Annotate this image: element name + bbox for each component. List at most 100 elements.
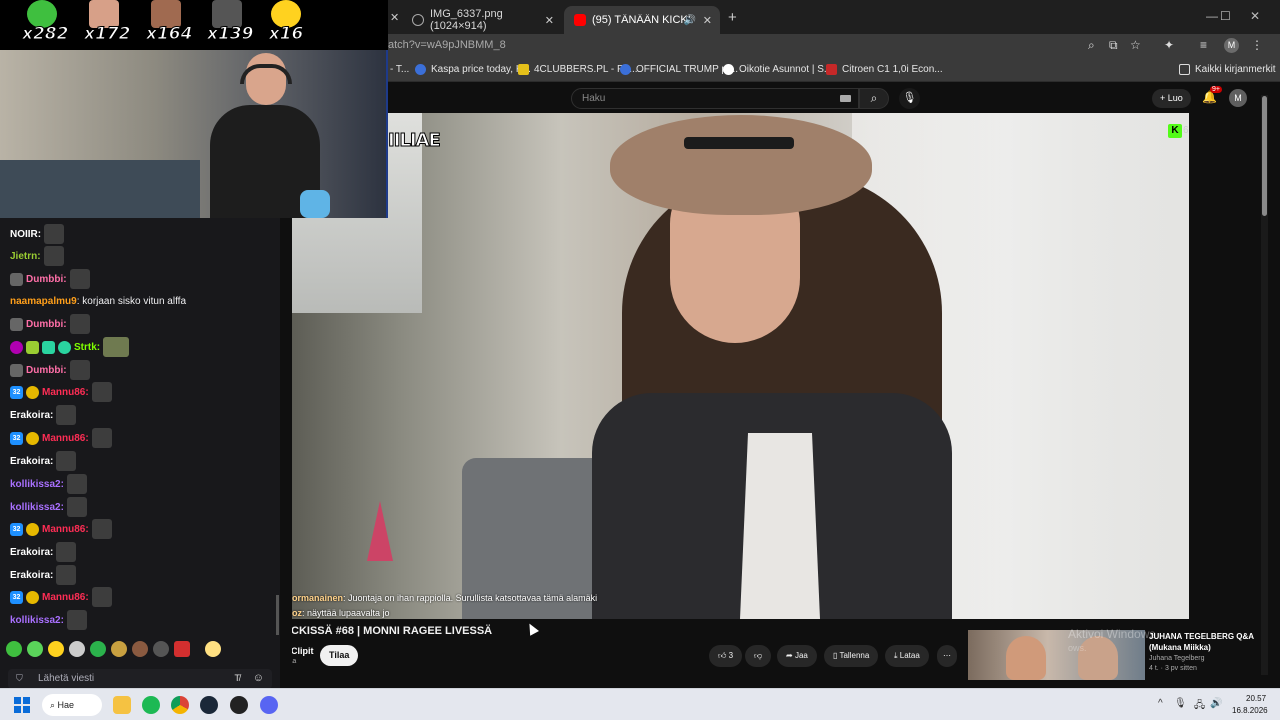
steam-icon[interactable]	[200, 696, 218, 714]
all-bookmarks[interactable]: Kaikki kirjanmerkit	[1179, 64, 1276, 75]
address-bar[interactable]: atch?v=wA9pJNBMM_8 ⌕ ⧉ ☆ ✦ ≡ M ⋮	[388, 34, 1280, 60]
search-button[interactable]: ⌕	[859, 88, 889, 109]
chat-username[interactable]: naamapalmu9	[10, 296, 77, 307]
extensions-icon[interactable]: ✦	[1164, 38, 1174, 52]
url-text[interactable]: atch?v=wA9pJNBMM_8	[388, 39, 506, 51]
bookmark-item[interactable]: Oikotie Asunnot | S...	[723, 64, 832, 75]
recommended-channel[interactable]: Juhana Tegelberg	[1149, 655, 1205, 662]
bookmark-item[interactable]: OFFICIAL TRUMP pr...	[620, 64, 738, 75]
download-button[interactable]: ⤓ Lataa	[885, 645, 929, 667]
taskbar-search[interactable]: ⌕ Hae	[42, 694, 102, 716]
tab-title: (95) TÄNÄÄN KICKISSÄ #68	[592, 14, 692, 26]
thumbs-down-icon: 👎︎	[754, 651, 763, 660]
windows-start-icon[interactable]	[14, 697, 30, 713]
video-player[interactable]	[292, 113, 1189, 619]
chat-username[interactable]: kollikissa2:	[10, 479, 64, 490]
close-window-icon[interactable]: ✕	[1250, 9, 1260, 23]
chat-scrollbar[interactable]	[276, 595, 279, 635]
maximize-icon[interactable]: ☐	[1220, 9, 1231, 23]
voice-search-button[interactable]: 🎙	[899, 88, 920, 109]
chrome-icon[interactable]	[171, 696, 189, 714]
chat-username[interactable]: Mannu86:	[42, 387, 89, 398]
emote-icon[interactable]	[111, 641, 127, 657]
save-button[interactable]: ▯ Tallenna	[824, 645, 879, 667]
chat-username[interactable]: Dumbbi:	[26, 319, 67, 330]
emote-icon[interactable]	[132, 641, 148, 657]
search-input[interactable]: Haku	[571, 88, 859, 109]
bookmark-item[interactable]: - T...	[390, 64, 409, 75]
cast-icon[interactable]: ⧉	[1109, 38, 1118, 53]
clock-date[interactable]: 16.8.2026	[1232, 706, 1268, 715]
recommended-title[interactable]: JUHANA TEGELBERG Q&A (Mukana Miikka)	[1149, 631, 1259, 653]
chat-username[interactable]: Strtk:	[74, 342, 100, 353]
keyboard-icon[interactable]	[840, 95, 851, 102]
badge-icon	[10, 272, 23, 286]
chat-username[interactable]: Erakoira:	[10, 547, 53, 558]
minimize-icon[interactable]: —	[1206, 9, 1218, 23]
chat-username[interactable]: Mannu86:	[42, 433, 89, 444]
bookmark-item[interactable]: Citroen C1 1,0i Econ...	[826, 64, 943, 75]
like-button[interactable]: 👍︎ 3	[709, 645, 743, 667]
menu-icon[interactable]: ⋮	[1251, 38, 1263, 52]
emote-picker-strip	[6, 641, 221, 657]
emote-icon[interactable]	[153, 641, 169, 657]
chat-emote-icon	[69, 314, 90, 334]
zoom-icon[interactable]: ⌕	[1088, 38, 1095, 53]
media-icon[interactable]: ≡	[1200, 38, 1207, 52]
bookmark-item[interactable]: Kaspa price today, K...	[415, 64, 531, 75]
chat-username[interactable]: Erakoira:	[10, 410, 53, 421]
chat-username[interactable]: Erakoira:	[10, 456, 53, 467]
microphone-icon[interactable]: 🎙	[1174, 698, 1187, 709]
chevron-up-icon[interactable]: ^	[1158, 698, 1163, 709]
chat-username[interactable]: Dumbbi:	[26, 274, 67, 285]
chat-username[interactable]: Mannu86:	[42, 524, 89, 535]
file-explorer-icon[interactable]	[113, 696, 131, 714]
emote-icon[interactable]	[69, 641, 85, 657]
app-icon[interactable]	[230, 696, 248, 714]
more-button[interactable]: ⋯	[937, 645, 957, 667]
tab-youtube[interactable]: (95) TÄNÄÄN KICKISSÄ #68 🔊 ✕	[564, 6, 720, 34]
video-frame-detail	[367, 501, 393, 561]
close-icon[interactable]: ✕	[390, 11, 399, 24]
chat-message-input[interactable]: ⛉ Lähetä viesti T̸ ☺	[8, 669, 272, 689]
discord-icon[interactable]	[260, 696, 278, 714]
close-icon[interactable]: ✕	[703, 14, 712, 27]
chat-username[interactable]: NOIIR:	[10, 229, 41, 240]
spotify-icon[interactable]	[142, 696, 160, 714]
emoji-icon[interactable]: ☺	[253, 672, 264, 684]
emote-icon[interactable]	[205, 641, 221, 657]
translate-icon[interactable]: T̸	[235, 673, 241, 683]
share-button[interactable]: ➦ Jaa	[777, 645, 817, 667]
emote-icon[interactable]	[6, 641, 22, 657]
video-chat-text: : Juontaja on ihan rappiolla. Surullista…	[343, 593, 598, 603]
network-icon[interactable]: 🖧	[1194, 698, 1205, 715]
chat-username[interactable]: Mannu86:	[42, 592, 89, 603]
emote-icon[interactable]	[27, 641, 43, 657]
subscribe-button[interactable]: Tilaa	[320, 645, 359, 666]
badge-icon	[58, 340, 71, 354]
profile-avatar[interactable]: M	[1224, 38, 1239, 53]
chat-username[interactable]: Dumbbi:	[26, 365, 67, 376]
clock-time[interactable]: 20.57	[1246, 694, 1266, 703]
tab-image[interactable]: IMG_6337.png (1024×914) ✕	[402, 6, 562, 34]
emote-icon[interactable]	[174, 641, 190, 657]
chat-message: kollikissa2:	[10, 474, 87, 494]
emote-icon[interactable]	[90, 641, 106, 657]
scrollbar-thumb[interactable]	[1262, 96, 1267, 216]
chat-username[interactable]: kollikissa2:	[10, 502, 64, 513]
speaker-icon[interactable]: 🔊	[684, 15, 696, 26]
chat-username[interactable]: Jietrn:	[10, 251, 41, 262]
star-icon[interactable]: ☆	[1130, 38, 1141, 52]
emote-icon[interactable]	[48, 641, 64, 657]
chat-username[interactable]: kollikissa2:	[10, 615, 64, 626]
close-icon[interactable]: ✕	[545, 14, 554, 27]
search-icon: ⌕	[50, 700, 58, 710]
panel-divider	[280, 218, 292, 688]
create-button[interactable]: + Luo	[1152, 89, 1191, 108]
volume-icon[interactable]: 🔊	[1210, 698, 1222, 709]
dislike-button[interactable]: 👎︎	[745, 645, 772, 667]
new-tab-icon[interactable]: +	[728, 9, 737, 26]
chat-username[interactable]: Erakoira:	[10, 570, 53, 581]
shield-icon[interactable]: ⛉	[16, 673, 23, 684]
avatar[interactable]: M	[1229, 89, 1247, 107]
